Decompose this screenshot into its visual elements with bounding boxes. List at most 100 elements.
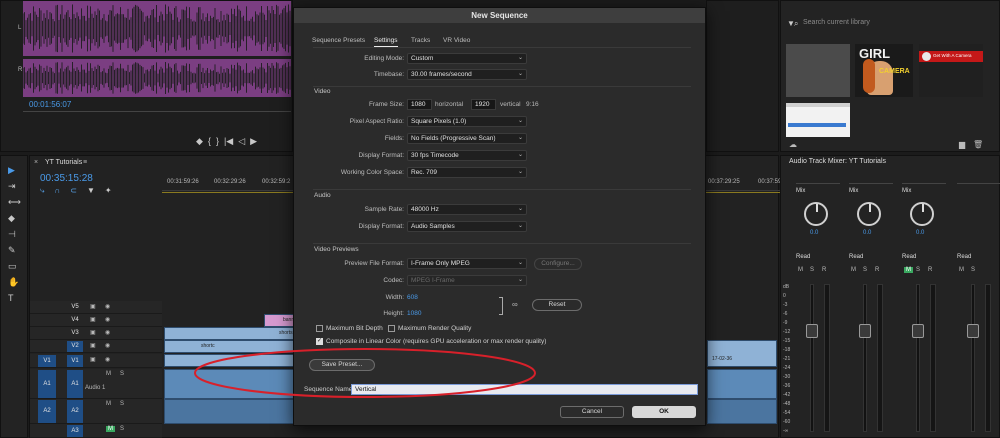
volume-fader-handle[interactable] — [859, 324, 871, 338]
pan-knob[interactable] — [857, 202, 881, 226]
source-timecode[interactable]: 00:01:56:07 — [29, 100, 71, 109]
mute-button[interactable]: M — [106, 401, 111, 407]
configure-button[interactable]: Configure... — [534, 258, 582, 270]
width-value[interactable]: 608 — [407, 294, 418, 301]
play-icon[interactable]: ▶ — [250, 135, 257, 147]
track-target[interactable]: A3 — [67, 425, 83, 437]
track-header-v5[interactable]: V5 ◉ ▣ — [30, 301, 162, 314]
tab-settings[interactable]: Settings — [374, 37, 398, 47]
step-back-icon[interactable]: ◁ — [238, 135, 245, 147]
solo-button[interactable]: S — [810, 267, 814, 273]
effects-dropdown[interactable] — [957, 176, 1000, 184]
mute-button[interactable]: M — [904, 267, 913, 273]
solo-button[interactable]: S — [120, 371, 124, 377]
max-bit-depth-checkbox[interactable] — [316, 325, 323, 332]
clip-a2-audio-right[interactable] — [707, 399, 777, 424]
toggle-output-icon[interactable]: ◉ — [105, 356, 110, 363]
track-target[interactable]: A2 — [67, 400, 83, 423]
search-icon[interactable]: ⌕ — [794, 19, 798, 29]
solo-button[interactable]: S — [863, 267, 867, 273]
ok-button[interactable]: OK — [632, 406, 696, 418]
codec-dropdown[interactable]: MPEG I-Frame ⌄ — [407, 275, 527, 286]
ripple-edit-tool-icon[interactable]: ⟷ — [8, 196, 21, 208]
library-thumb-web[interactable] — [786, 103, 850, 137]
clip-banner[interactable]: banne — [264, 314, 297, 327]
sync-lock-icon[interactable]: ▣ — [90, 303, 96, 310]
volume-fader-track[interactable] — [971, 284, 975, 432]
timeline-close-icon[interactable]: × — [34, 159, 38, 166]
source-patch[interactable]: V1 — [38, 355, 56, 367]
editing-mode-dropdown[interactable]: Custom ⌄ — [407, 53, 527, 64]
track-target[interactable]: V1 — [67, 355, 83, 367]
settings-wrench-icon[interactable]: ✦ — [105, 186, 112, 196]
working-color-dropdown[interactable]: Rec. 709 ⌄ — [407, 167, 527, 178]
display-format-video-dropdown[interactable]: 30 fps Timecode ⌄ — [407, 150, 527, 161]
track-target[interactable]: V5 — [67, 302, 83, 313]
volume-fader-track[interactable] — [810, 284, 814, 432]
automation-dropdown[interactable]: Read — [849, 254, 893, 263]
razor-tool-icon[interactable]: ◆ — [8, 212, 15, 224]
pan-value[interactable]: 0.0 — [810, 230, 818, 236]
height-value[interactable]: 1080 — [407, 310, 421, 317]
mark-in-icon[interactable]: { — [208, 135, 211, 147]
hand-tool-icon[interactable]: ✋ — [8, 276, 19, 288]
solo-button[interactable]: S — [916, 267, 920, 273]
volume-fader-track[interactable] — [916, 284, 920, 432]
delete-icon[interactable]: 🗑 — [973, 140, 983, 149]
pan-value[interactable]: 0.0 — [863, 230, 871, 236]
track-target[interactable]: A1 — [67, 370, 83, 398]
clip-v3-row[interactable]: shorts — [164, 327, 294, 340]
mix-dropdown[interactable]: Mix — [796, 188, 840, 197]
slip-tool-icon[interactable]: ⊣ — [8, 228, 16, 240]
track-target[interactable]: V4 — [67, 315, 83, 326]
reset-button[interactable]: Reset — [532, 299, 582, 311]
source-patch[interactable]: A1 — [38, 370, 56, 398]
new-folder-icon[interactable]: ▆ — [959, 140, 965, 149]
pan-knob[interactable] — [804, 202, 828, 226]
source-patch[interactable] — [38, 302, 56, 313]
record-button[interactable]: R — [822, 267, 826, 273]
automation-dropdown[interactable]: Read — [796, 254, 840, 263]
toggle-output-icon[interactable]: ◉ — [105, 329, 110, 336]
frame-height-input[interactable]: 1920 — [471, 99, 496, 110]
automation-dropdown[interactable]: Read — [957, 254, 1000, 263]
pen-tool-icon[interactable]: ✎ — [8, 244, 16, 256]
record-button[interactable]: R — [928, 267, 932, 273]
nest-icon[interactable]: ⤷ — [40, 186, 44, 196]
frame-width-input[interactable]: 1080 — [407, 99, 432, 110]
sync-lock-icon[interactable]: ▣ — [90, 316, 96, 323]
mute-button[interactable]: M — [106, 371, 111, 377]
automation-dropdown[interactable]: Read — [902, 254, 946, 263]
volume-fader-handle[interactable] — [967, 324, 979, 338]
add-marker-icon[interactable]: ◆ — [196, 135, 203, 147]
display-format-audio-dropdown[interactable]: Audio Samples ⌄ — [407, 221, 527, 232]
timeline-timecode[interactable]: 00:35:15:28 — [40, 173, 93, 184]
fields-dropdown[interactable]: No Fields (Progressive Scan) ⌄ — [407, 133, 527, 144]
max-render-quality-checkbox[interactable] — [388, 325, 395, 332]
source-monitor-ruler[interactable] — [23, 111, 291, 117]
go-to-in-icon[interactable]: |◀ — [224, 135, 233, 147]
library-thumb-girl[interactable]: GIRL CAMERA — [855, 44, 913, 97]
track-header-v3[interactable]: V3 ◉ ▣ — [30, 327, 162, 340]
source-patch[interactable] — [38, 425, 56, 437]
sync-lock-icon[interactable]: ▣ — [90, 356, 96, 363]
track-header-v1[interactable]: V1 V1 ◉ ▣ — [30, 354, 162, 368]
toggle-output-icon[interactable]: ◉ — [105, 316, 110, 323]
track-select-tool-icon[interactable]: ⇥ — [8, 180, 16, 192]
library-thumb-1[interactable] — [786, 44, 850, 97]
cancel-button[interactable]: Cancel — [560, 406, 624, 418]
mute-button[interactable]: M — [851, 267, 856, 273]
mixer-title[interactable]: Audio Track Mixer: YT Tutorials — [789, 158, 886, 165]
timeline-sequence-tab[interactable]: YT Tutorials — [45, 159, 82, 166]
track-header-v4[interactable]: V4 ◉ ▣ — [30, 314, 162, 327]
effects-dropdown[interactable] — [902, 176, 946, 184]
track-header-v2[interactable]: V2 ◉ ▣ — [30, 340, 162, 353]
snap-icon[interactable]: ∩ — [54, 186, 60, 196]
mute-button[interactable]: M — [959, 267, 964, 273]
effects-dropdown[interactable] — [849, 176, 893, 184]
mark-out-icon[interactable]: } — [216, 135, 219, 147]
track-target[interactable]: V2 — [67, 341, 83, 352]
mute-button[interactable]: M — [106, 426, 115, 432]
selection-tool-icon[interactable]: ▶ — [8, 164, 15, 176]
solo-button[interactable]: S — [120, 401, 124, 407]
